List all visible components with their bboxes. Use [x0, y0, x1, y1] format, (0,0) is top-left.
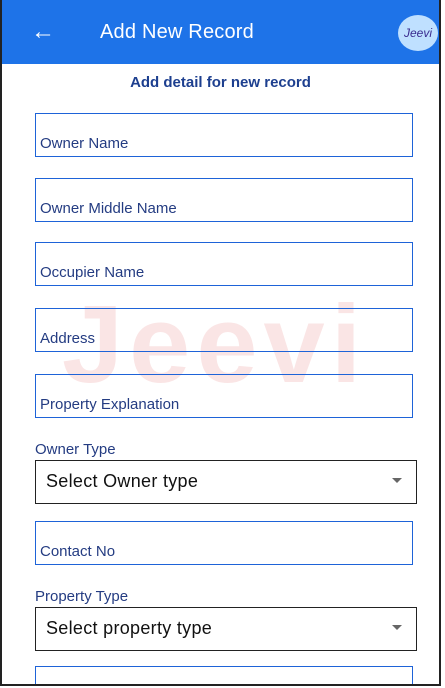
property-type-label: Property Type: [35, 588, 129, 605]
side-scroll-tab[interactable]: [440, 115, 441, 177]
next-field-partial[interactable]: [35, 666, 413, 684]
back-arrow-icon[interactable]: ←: [28, 15, 58, 49]
screen-frame: ← Add New Record Jeevi Jeevi Add detail …: [0, 0, 441, 686]
contact-no-placeholder: Contact No: [40, 543, 116, 560]
property-type-select[interactable]: Select property type: [35, 607, 417, 651]
owner-type-select[interactable]: Select Owner type: [35, 460, 417, 504]
owner-name-placeholder: Owner Name: [40, 135, 129, 152]
page-title: Add New Record: [100, 21, 254, 43]
chevron-down-icon: [392, 625, 402, 630]
form-subtitle: Add detail for new record: [130, 74, 311, 91]
owner-middle-name-field[interactable]: Owner Middle Name: [35, 178, 413, 222]
occupier-name-placeholder: Occupier Name: [40, 264, 145, 281]
app-logo: Jeevi: [398, 15, 438, 51]
property-explanation-placeholder: Property Explanation: [40, 396, 180, 413]
app-bar: ← Add New Record Jeevi: [2, 0, 439, 64]
property-explanation-field[interactable]: Property Explanation: [35, 374, 413, 418]
owner-middle-name-placeholder: Owner Middle Name: [40, 200, 177, 217]
contact-no-field[interactable]: Contact No: [35, 521, 413, 565]
property-type-value: Select property type: [46, 618, 213, 638]
chevron-down-icon: [392, 478, 402, 483]
address-field[interactable]: Address: [35, 308, 413, 352]
owner-name-field[interactable]: Owner Name: [35, 113, 413, 157]
address-placeholder: Address: [40, 330, 96, 347]
owner-type-value: Select Owner type: [46, 471, 199, 491]
owner-type-label: Owner Type: [35, 441, 116, 458]
occupier-name-field[interactable]: Occupier Name: [35, 242, 413, 286]
